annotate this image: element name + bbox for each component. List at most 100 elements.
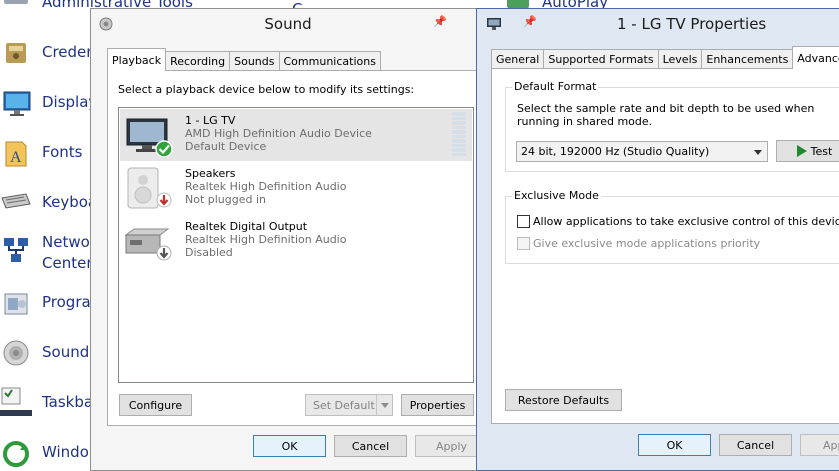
exclusive-priority-checkbox[interactable] [517, 237, 530, 250]
control-panel-item-label: Keyboa [42, 193, 98, 211]
device-status: Disabled [185, 246, 233, 259]
lg-apply-label: Apply [823, 438, 839, 452]
tv-icon [126, 118, 173, 157]
display-icon [3, 91, 31, 116]
default-format-select[interactable]: 24 bit, 192000 Hz (Studio Quality) [516, 141, 768, 162]
lg-properties-titlebar[interactable]: 📌 1 - LG TV Properties [477, 9, 839, 39]
red-down-arrow-icon [156, 192, 172, 208]
control-panel-item-label: Sound [42, 343, 90, 361]
dropdown-split [376, 395, 392, 415]
default-format-description: Select the sample rate and bit depth to … [517, 102, 815, 128]
taskbar-icon [0, 387, 32, 416]
chevron-down-icon [380, 402, 389, 408]
test-label: Test [810, 144, 833, 158]
tab-advanced[interactable]: Advanced [792, 46, 839, 69]
pin-icon[interactable]: 📌 [433, 15, 447, 28]
control-panel-item-admin-tools[interactable]: Administrative Tools [0, 0, 193, 11]
device-item-speakers[interactable]: Speakers Realtek High Definition Audio N… [120, 162, 472, 214]
playback-device-list[interactable]: 1 - LG TV AMD High Definition Audio Devi… [118, 107, 474, 383]
tab-recording[interactable]: Recording [165, 51, 231, 71]
set-default-label: Set Default [313, 398, 375, 412]
control-panel-item-network[interactable]: Netwo Center [0, 228, 93, 274]
selected-format: 24 bit, 192000 Hz (Studio Quality) [521, 145, 710, 158]
tab-sounds[interactable]: Sounds [229, 51, 280, 71]
configure-button[interactable]: Configure [119, 394, 192, 416]
desktop-stage: { "control_panel": { "items": [ {"label"… [0, 0, 839, 471]
control-panel-item-label: Creden [42, 43, 96, 61]
control-panel-item-programs[interactable]: Progra [0, 286, 91, 320]
sound-cancel-button[interactable]: Cancel [334, 435, 407, 457]
sound-ok-button[interactable]: OK [253, 435, 326, 457]
autoplay-icon [507, 0, 529, 8]
green-check-icon [155, 140, 173, 157]
keyboard-icon [1, 193, 31, 209]
tab-levels[interactable]: Levels [657, 49, 703, 69]
play-icon [796, 145, 807, 157]
test-button[interactable]: Test [776, 140, 839, 162]
svg-text:A: A [10, 149, 22, 166]
sound-titlebar[interactable]: Sound 📌 [91, 9, 485, 39]
control-panel-item-label: Display [42, 93, 98, 111]
speaker-icon [127, 167, 172, 209]
device-status: Default Device [185, 140, 267, 153]
sound-dialog-icon [99, 17, 113, 31]
gray-down-arrow-icon [156, 245, 172, 261]
control-panel-partial-label: C [292, 0, 322, 8]
control-panel-item-label: Windo [42, 443, 89, 461]
programs-icon [4, 293, 28, 315]
tab-enhancements[interactable]: Enhancements [701, 49, 794, 69]
playback-instruction: Select a playback device below to modify… [118, 83, 415, 96]
tab-playback[interactable]: Playback [107, 48, 167, 71]
control-panel-item-keyboard[interactable]: Keyboa [0, 186, 97, 220]
window-title: Sound [264, 15, 312, 33]
properties-button[interactable]: Properties [401, 394, 474, 416]
control-panel-item-label: Taskba [42, 393, 94, 411]
device-name: 1 - LG TV [185, 114, 236, 127]
volume-meter [452, 112, 466, 156]
control-panel-item-display[interactable]: Display [0, 86, 97, 120]
chevron-down-icon [754, 150, 762, 155]
set-default-button[interactable]: Set Default [305, 394, 393, 416]
tab-general[interactable]: General [491, 49, 545, 69]
window-title: 1 - LG TV Properties [617, 15, 767, 33]
exclusive-mode-group: Exclusive Mode [505, 189, 839, 264]
default-format-title: Default Format [512, 80, 599, 93]
device-item-lg-tv[interactable]: 1 - LG TV AMD High Definition Audio Devi… [120, 109, 472, 161]
device-driver: AMD High Definition Audio Device [185, 127, 372, 140]
fonts-icon: A [5, 141, 27, 167]
sound-icon [3, 340, 29, 366]
control-panel-item-fonts[interactable]: A Fonts [0, 136, 90, 170]
digital-output-icon [124, 228, 172, 261]
lg-apply-button[interactable]: Apply [800, 434, 839, 456]
exclusive-mode-title: Exclusive Mode [512, 189, 601, 202]
pin-icon[interactable]: 📌 [523, 15, 537, 28]
windows-update-icon [3, 441, 29, 467]
tv-small-icon [487, 18, 501, 30]
control-panel-item-label-line2: Center [42, 254, 93, 272]
device-driver: Realtek High Definition Audio [185, 180, 347, 193]
credential-manager-icon [6, 43, 26, 63]
allow-exclusive-checkbox[interactable] [517, 215, 530, 228]
control-panel-item-windows-update[interactable]: Windo [0, 436, 90, 470]
device-name: Speakers [185, 167, 236, 180]
lg-cancel-button[interactable]: Cancel [719, 434, 792, 456]
lg-ok-button[interactable]: OK [638, 434, 711, 456]
device-name: Realtek Digital Output [185, 220, 308, 233]
device-driver: Realtek High Definition Audio [185, 233, 347, 246]
control-panel-item-sound[interactable]: Sound [0, 336, 90, 370]
control-panel-item-label: Netwo [42, 233, 90, 251]
restore-defaults-button[interactable]: Restore Defaults [505, 389, 622, 411]
lg-tabstrip: General Supported Formats Levels Enhance… [491, 46, 839, 69]
admin-tools-icon [4, 0, 28, 4]
network-icon [4, 238, 28, 262]
control-panel-item-taskbar[interactable]: Taskba [0, 386, 94, 420]
exclusive-priority-label: Give exclusive mode applications priorit… [533, 237, 761, 250]
device-item-digital-output[interactable]: Realtek Digital Output Realtek High Defi… [120, 215, 472, 267]
allow-exclusive-label: Allow applications to take exclusive con… [533, 215, 839, 228]
sound-tabstrip: Playback Recording Sounds Communications [107, 48, 381, 71]
control-panel-item-credential-manager[interactable]: Creden [0, 36, 96, 70]
tab-supported-formats[interactable]: Supported Formats [543, 49, 659, 69]
tab-communications[interactable]: Communications [278, 51, 381, 71]
control-panel-item-label: Fonts [42, 143, 83, 161]
device-status: Not plugged in [185, 193, 267, 206]
